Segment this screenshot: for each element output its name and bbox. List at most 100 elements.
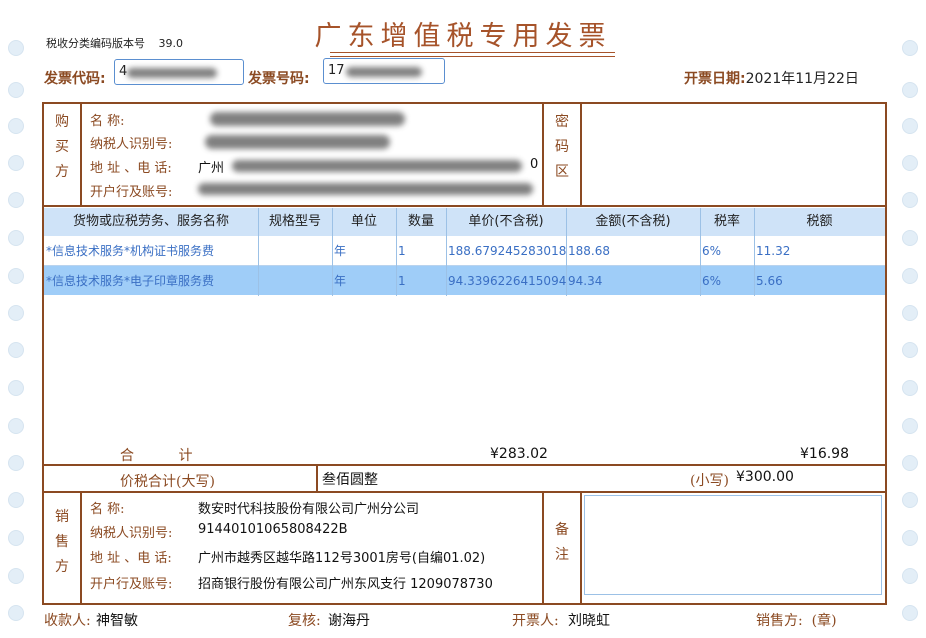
password-char: 码 bbox=[555, 139, 569, 155]
row-rate[interactable]: 6% bbox=[700, 238, 754, 264]
seller-taxid-value: 91440101065808422B bbox=[198, 522, 348, 537]
row-rate[interactable]: 6% bbox=[700, 268, 754, 294]
title-underline-2 bbox=[330, 56, 615, 57]
seller-address-label: 地 址 、电 话: bbox=[90, 551, 172, 566]
reviewer-label: 复核: bbox=[288, 613, 321, 629]
grand-total-label: 价税合计(大写) bbox=[120, 474, 215, 490]
seller-name-label: 名 称: bbox=[90, 502, 125, 517]
grand-total-small-label: (小写) bbox=[690, 473, 729, 489]
invoice-number-value: 17 bbox=[328, 63, 345, 78]
buyer-bank-label: 开户行及账号: bbox=[90, 185, 173, 200]
buyer-address-tail: 0 bbox=[530, 157, 539, 172]
row-amount[interactable]: 188.68 bbox=[566, 238, 700, 264]
payee-value: 神智敏 bbox=[96, 613, 138, 629]
row-unit[interactable]: 年 bbox=[332, 268, 396, 294]
invoice-title: 广东增值税专用发票 bbox=[314, 21, 612, 52]
row-amount[interactable]: 94.34 bbox=[566, 268, 700, 294]
divider bbox=[580, 491, 582, 605]
seller-name-value: 数安时代科技股份有限公司广州分公司 bbox=[198, 502, 420, 517]
col-sep bbox=[396, 208, 397, 296]
buyer-name-label: 名 称: bbox=[90, 114, 125, 129]
buyer-taxid-label: 纳税人识别号: bbox=[90, 137, 173, 152]
reviewer-value: 谢海丹 bbox=[328, 613, 370, 629]
seller-bank-value: 招商银行股份有限公司广州东风支行 1209078730 bbox=[198, 577, 493, 592]
seller-taxid-label: 纳税人识别号: bbox=[90, 526, 173, 541]
divider bbox=[580, 102, 582, 206]
row-qty[interactable]: 1 bbox=[396, 268, 446, 294]
remarks-input[interactable] bbox=[584, 495, 882, 595]
total-tax: ¥16.98 bbox=[800, 446, 849, 462]
password-char: 区 bbox=[555, 164, 569, 180]
seller-address-value: 广州市越秀区越华路112号3001房号(自编01.02) bbox=[198, 551, 486, 566]
col-sep bbox=[446, 208, 447, 296]
invoice-code-label: 发票代码: bbox=[44, 71, 106, 87]
col-header-rate: 税率 bbox=[700, 208, 754, 236]
row-tax[interactable]: 11.32 bbox=[754, 238, 885, 264]
password-char: 密 bbox=[555, 114, 569, 130]
issuer-value: 刘晓虹 bbox=[568, 613, 610, 629]
divider bbox=[316, 464, 318, 492]
date-value: 2021年11月22日 bbox=[745, 71, 859, 87]
col-header-name: 货物或应税劳务、服务名称 bbox=[44, 208, 258, 236]
seller-char: 方 bbox=[55, 559, 69, 575]
left-perforation bbox=[4, 0, 28, 638]
buyer-char: 方 bbox=[55, 164, 69, 180]
seller-bank-label: 开户行及账号: bbox=[90, 577, 173, 592]
total-label: 合 计 bbox=[120, 448, 193, 464]
buyer-section-label: 购买方 bbox=[44, 110, 80, 185]
col-header-amount: 金额(不含税) bbox=[566, 208, 700, 236]
row-name[interactable]: *信息技术服务*机构证书服务费 bbox=[44, 238, 258, 264]
col-header-unit: 单位 bbox=[332, 208, 396, 236]
redaction bbox=[346, 67, 422, 77]
divider bbox=[80, 102, 82, 206]
col-header-qty: 数量 bbox=[396, 208, 446, 236]
seller-char: 销 bbox=[55, 509, 69, 525]
payee-label: 收款人: bbox=[44, 613, 91, 629]
invoice-number-label: 发票号码: bbox=[248, 71, 310, 87]
divider bbox=[42, 491, 887, 493]
col-header-tax: 税额 bbox=[754, 208, 885, 236]
col-sep bbox=[332, 208, 333, 296]
divider bbox=[42, 464, 887, 466]
redaction bbox=[127, 68, 217, 78]
invoice-date: 开票日期:2021年11月22日 bbox=[684, 68, 859, 88]
col-sep bbox=[700, 208, 701, 296]
buyer-name-redacted bbox=[210, 112, 405, 126]
row-spec[interactable] bbox=[258, 268, 332, 294]
remarks-char: 注 bbox=[555, 547, 569, 563]
total-amount: ¥283.02 bbox=[490, 446, 548, 462]
right-perforation bbox=[898, 0, 922, 638]
buyer-address-label: 地 址 、电 话: bbox=[90, 161, 172, 176]
buyer-taxid-redacted bbox=[205, 135, 390, 149]
divider bbox=[80, 491, 82, 605]
date-label: 开票日期: bbox=[684, 71, 746, 87]
col-sep bbox=[566, 208, 567, 296]
divider bbox=[42, 205, 887, 207]
row-price[interactable]: 94.33962264150943 bbox=[446, 268, 566, 294]
col-header-spec: 规格型号 bbox=[258, 208, 332, 236]
remarks-label: 备注 bbox=[544, 518, 580, 568]
col-sep bbox=[258, 208, 259, 296]
row-qty[interactable]: 1 bbox=[396, 238, 446, 264]
invoice-code-field[interactable]: 4 bbox=[114, 59, 244, 85]
col-sep bbox=[754, 208, 755, 296]
buyer-address-redacted bbox=[232, 160, 522, 172]
buyer-char: 买 bbox=[55, 139, 69, 155]
invoice-number-field[interactable]: 17 bbox=[323, 58, 445, 84]
password-area-label: 密码区 bbox=[544, 110, 580, 185]
grand-total-small-value: ¥300.00 bbox=[736, 469, 794, 485]
seller-char: 售 bbox=[55, 534, 69, 550]
col-header-price: 单价(不含税) bbox=[446, 208, 566, 236]
grand-total-upper: 叁佰圆整 bbox=[322, 472, 378, 488]
row-price[interactable]: 188.6792452830188 bbox=[446, 238, 566, 264]
remarks-char: 备 bbox=[555, 522, 569, 538]
buyer-address-value: 广州 bbox=[198, 161, 225, 176]
row-spec[interactable] bbox=[258, 238, 332, 264]
row-unit[interactable]: 年 bbox=[332, 238, 396, 264]
row-name[interactable]: *信息技术服务*电子印章服务费 bbox=[44, 268, 258, 294]
buyer-char: 购 bbox=[55, 114, 69, 130]
seller-stamp-label: 销售方: (章) bbox=[756, 613, 837, 629]
buyer-bank-redacted bbox=[198, 183, 533, 195]
issuer-label: 开票人: bbox=[512, 613, 559, 629]
row-tax[interactable]: 5.66 bbox=[754, 268, 885, 294]
